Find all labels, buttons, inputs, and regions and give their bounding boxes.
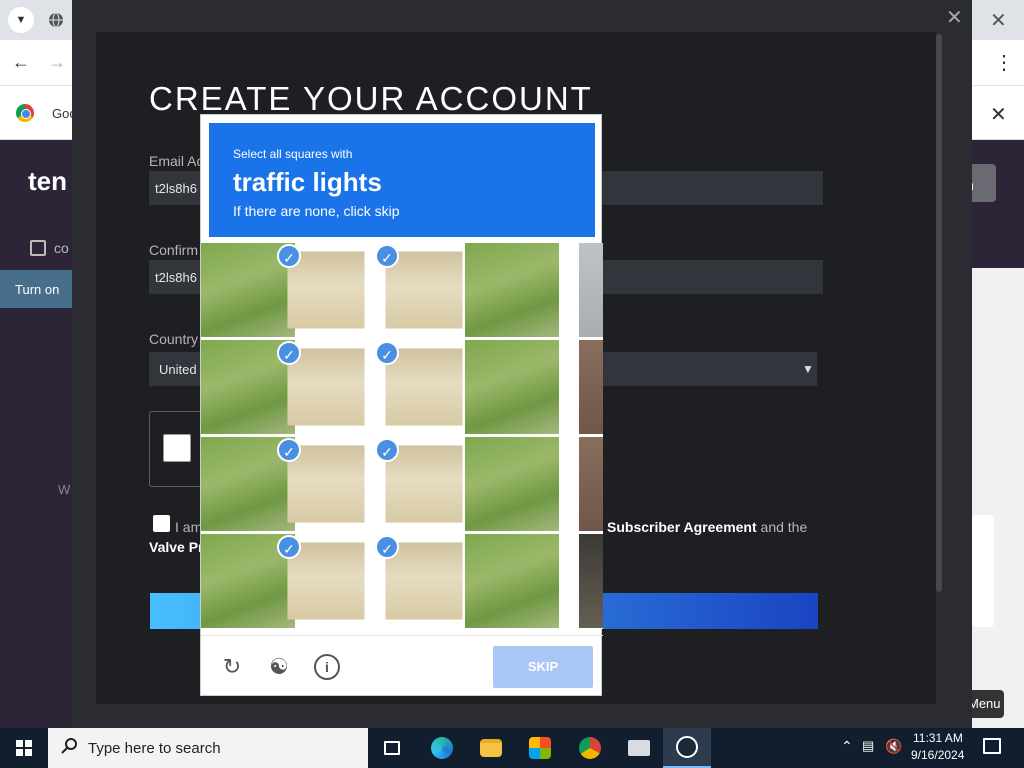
- agreement-checkbox[interactable]: [153, 515, 170, 532]
- file-explorer-icon[interactable]: [467, 728, 515, 768]
- challenge-tile[interactable]: [465, 243, 559, 337]
- chrome-logo-icon: [16, 104, 34, 122]
- challenge-tile[interactable]: [287, 251, 365, 329]
- close-icon[interactable]: ✕: [990, 8, 1007, 33]
- checkmark-icon: ✓: [277, 341, 301, 365]
- close-icon[interactable]: ✕: [990, 102, 1007, 127]
- agreement-and-the: and the: [760, 519, 808, 535]
- challenge-object: traffic lights: [233, 167, 382, 197]
- task-view-icon[interactable]: [368, 728, 416, 768]
- info-icon[interactable]: i: [314, 654, 340, 680]
- privacy-policy-link[interactable]: Valve Pr: [149, 539, 204, 555]
- chevron-up-icon[interactable]: ⌃: [841, 738, 853, 755]
- skip-button[interactable]: SKIP: [493, 646, 593, 688]
- challenge-tile[interactable]: [287, 542, 365, 620]
- challenge-tile[interactable]: [287, 445, 365, 523]
- challenge-tile[interactable]: [579, 243, 603, 337]
- challenge-tile[interactable]: [579, 437, 603, 531]
- challenge-tile[interactable]: [385, 542, 463, 620]
- forward-arrow-icon[interactable]: →: [48, 52, 66, 73]
- clock-date[interactable]: 9/16/2024: [911, 748, 964, 762]
- tenor-nav-item[interactable]: co: [54, 240, 69, 256]
- headphones-icon[interactable]: ☯: [266, 654, 292, 680]
- challenge-tile[interactable]: [287, 348, 365, 426]
- turn-on-button[interactable]: Turn on: [0, 270, 72, 308]
- challenge-tile[interactable]: [579, 534, 603, 628]
- checkmark-icon: ✓: [277, 438, 301, 462]
- challenge-tile[interactable]: [465, 534, 559, 628]
- tenor-logo[interactable]: ten: [28, 166, 67, 197]
- steam-icon[interactable]: [663, 728, 711, 768]
- agreement-text: I am: [175, 519, 203, 535]
- checkmark-icon: ✓: [277, 535, 301, 559]
- checkmark-icon: ✓: [375, 438, 399, 462]
- tenor-side-text: W: [58, 482, 71, 497]
- back-arrow-icon[interactable]: ←: [12, 52, 30, 73]
- clock-time[interactable]: 11:31 AM: [913, 731, 963, 745]
- checkmark-icon: ✓: [375, 341, 399, 365]
- country-label: Country: [149, 331, 199, 347]
- chrome-icon[interactable]: [566, 728, 614, 768]
- checkmark-icon: ✓: [375, 535, 399, 559]
- email-label: Email Ac: [149, 153, 204, 169]
- challenge-tile[interactable]: [385, 251, 463, 329]
- close-icon[interactable]: ✕: [946, 5, 963, 30]
- agreement-links: Subscriber Agreement and the: [607, 519, 807, 535]
- search-placeholder: Type here to search: [88, 740, 221, 757]
- challenge-instruction: Select all squares with: [233, 147, 353, 161]
- chevron-down-icon[interactable]: ▼: [8, 7, 34, 33]
- challenge-tile[interactable]: [579, 340, 603, 434]
- recaptcha-checkbox[interactable]: [163, 434, 191, 462]
- page-title: CREATE YOUR ACCOUNT: [149, 80, 593, 117]
- search-icon: [61, 738, 77, 754]
- challenge-footer: ↻ ☯ i SKIP: [201, 635, 603, 697]
- challenge-tile[interactable]: [465, 437, 559, 531]
- challenge-skip-hint: If there are none, click skip: [233, 203, 400, 219]
- globe-icon: [49, 12, 63, 28]
- scrollbar[interactable]: [936, 34, 942, 592]
- subscriber-agreement-link[interactable]: Subscriber Agreement: [607, 519, 757, 535]
- checkmark-icon: ✓: [375, 244, 399, 268]
- notification-icon[interactable]: [983, 738, 1001, 754]
- tenor-right-card: [972, 515, 994, 627]
- kebab-menu-icon[interactable]: ⋮: [994, 50, 1014, 75]
- checkmark-icon: ✓: [277, 244, 301, 268]
- copy-icon: [30, 240, 46, 256]
- reload-icon[interactable]: ↻: [219, 654, 245, 680]
- challenge-grid: ✓ ✓ ✓ ✓ ✓ ✓ ✓ ✓: [201, 243, 603, 629]
- network-icon[interactable]: ▤: [862, 738, 874, 754]
- challenge-tile[interactable]: [385, 348, 463, 426]
- mail-icon[interactable]: [615, 728, 663, 768]
- taskbar-search[interactable]: Type here to search: [48, 728, 368, 768]
- tenor-right-panel: [972, 268, 1024, 728]
- challenge-tile[interactable]: [465, 340, 559, 434]
- recaptcha-challenge: Select all squares with traffic lights I…: [200, 114, 603, 697]
- chevron-down-icon[interactable]: ▼: [802, 362, 814, 376]
- edge-icon[interactable]: [418, 728, 466, 768]
- windows-start-icon[interactable]: [16, 740, 32, 756]
- volume-muted-icon[interactable]: 🔇: [885, 738, 902, 755]
- taskbar: Type here to search ⌃ ▤ 🔇 11:31 AM 9/16/…: [0, 728, 1024, 768]
- store-icon[interactable]: [516, 728, 564, 768]
- challenge-tile[interactable]: [385, 445, 463, 523]
- confirm-email-label: Confirm: [149, 242, 199, 258]
- challenge-header: Select all squares with traffic lights I…: [209, 123, 595, 237]
